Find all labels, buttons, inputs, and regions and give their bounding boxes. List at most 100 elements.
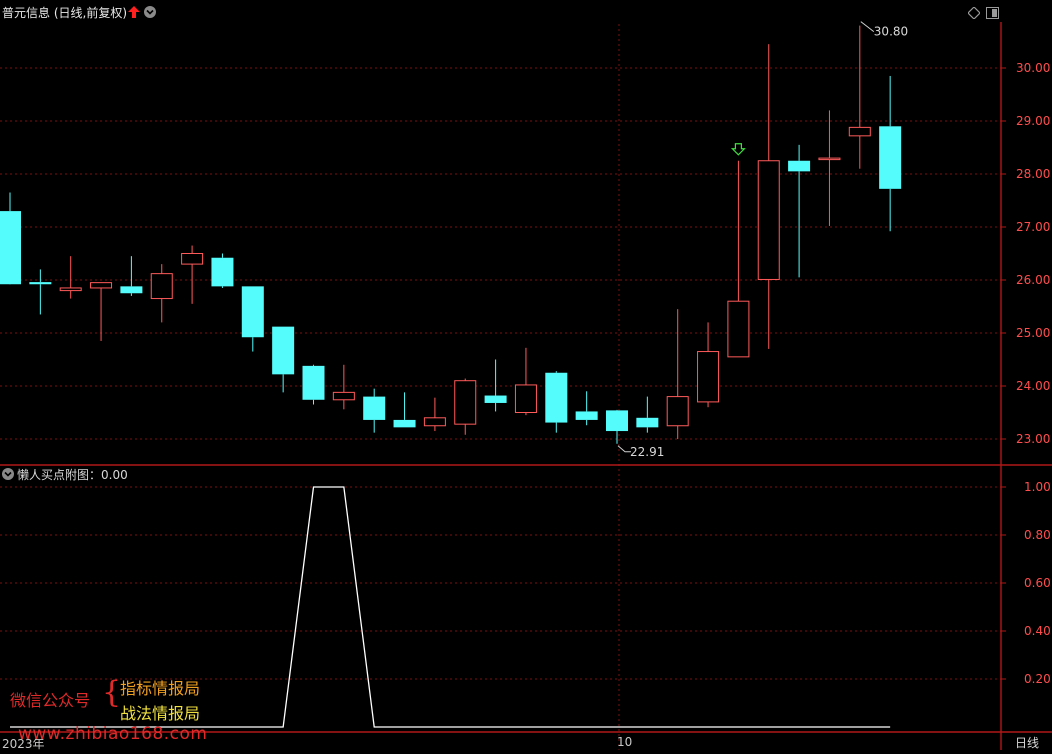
window-toggle-icon[interactable] (986, 7, 999, 19)
y-tick-label: 29.00 (1016, 114, 1050, 128)
candle (150, 264, 173, 323)
indicator-value: 0.00 (101, 468, 128, 482)
candle (879, 75, 902, 232)
candle-body (29, 282, 52, 285)
extreme-label: 30.80 (860, 21, 908, 39)
candle (302, 364, 325, 405)
y-tick-label: 25.00 (1016, 326, 1050, 340)
chevron-down-icon[interactable] (144, 6, 156, 18)
indicator-title: 懒人买点附图：0.00 (17, 468, 128, 482)
candle-body (788, 160, 811, 172)
diamond-icon[interactable] (968, 7, 980, 19)
y-tick-label: 0.40 (1024, 624, 1051, 638)
y-tick-label: 24.00 (1016, 379, 1050, 393)
candle-body (757, 160, 780, 280)
candle-body (90, 282, 113, 289)
candle (757, 44, 780, 349)
y-tick-label: 27.00 (1016, 220, 1050, 234)
candle (818, 110, 841, 226)
candle-body (332, 391, 355, 401)
candle-body (697, 351, 720, 403)
candle (90, 282, 113, 341)
label-pointer (860, 21, 875, 32)
candle (211, 253, 234, 288)
stock-title[interactable]: 普元信息 (日线,前复权) (2, 4, 127, 21)
candle (636, 396, 659, 433)
candle (484, 359, 507, 412)
candle-body (272, 326, 295, 375)
candle-body (0, 211, 21, 285)
candle-body (150, 273, 173, 300)
candle-body (727, 300, 750, 358)
candle-body (545, 372, 568, 423)
candle-body (393, 419, 416, 428)
candle (0, 192, 21, 285)
watermark-site: www.zhibiao168.com (18, 724, 208, 744)
candle-body (181, 253, 204, 265)
candle-body (241, 286, 264, 338)
candle-body (575, 411, 598, 420)
period-button[interactable]: 日线 (1015, 734, 1039, 751)
candle (545, 371, 568, 433)
candle (788, 144, 811, 278)
candle (606, 409, 628, 444)
candle (848, 25, 871, 169)
candle-body (666, 396, 689, 427)
candle (181, 245, 204, 304)
candle (666, 309, 689, 439)
candle-body (606, 410, 628, 432)
high-value-label: 30.80 (874, 25, 908, 39)
indicator-menu-icon[interactable] (2, 468, 14, 480)
candle (29, 269, 52, 315)
candle-body (211, 257, 234, 287)
candle-body (514, 384, 537, 414)
candle-body (818, 157, 841, 161)
kline-chart: 30.00 29.00 28.00 27.00 26.00 25.00 24.00 23.00… (0, 21, 1052, 750)
candles (0, 25, 902, 444)
candle-body (636, 417, 659, 428)
candle-body (454, 380, 477, 425)
candle (363, 388, 386, 433)
y-tick-label: 0.80 (1024, 528, 1051, 542)
candle (59, 256, 82, 299)
watermark-line1: 指标情报局 (120, 679, 201, 698)
extreme-label: 22.91 (617, 445, 664, 459)
up-arrow-icon (128, 6, 140, 18)
y-tick-label: 30.00 (1016, 61, 1050, 75)
low-value-label: 22.91 (630, 445, 664, 459)
candle-body (423, 417, 446, 427)
candle (514, 347, 537, 416)
candle-body (484, 395, 507, 403)
candle (423, 397, 446, 432)
candle (120, 256, 143, 296)
chart-stage: 30.00 29.00 28.00 27.00 26.00 25.00 24.00 23.00… (0, 0, 1052, 751)
y-axis-ticks: 30.00 29.00 28.00 27.00 26.00 25.00 24.00 23.00… (1001, 61, 1051, 686)
candle (393, 392, 416, 428)
candle-body (59, 287, 82, 292)
x-axis-month-label: 10 (617, 735, 633, 749)
candle (697, 322, 720, 408)
candle (575, 391, 598, 426)
period-label: (日线,前复权) (53, 6, 128, 20)
y-tick-label: 28.00 (1016, 167, 1050, 181)
buy-signal-arrow-icon (730, 143, 746, 156)
candle (241, 286, 264, 352)
candle (727, 160, 750, 358)
candle-body (879, 126, 902, 189)
y-tick-label: 0.60 (1024, 576, 1051, 590)
watermark-wechat: 微信公众号 (10, 691, 91, 710)
candle (454, 378, 477, 435)
candle-body (302, 365, 325, 400)
y-tick-label: 26.00 (1016, 273, 1050, 287)
candle-body (363, 396, 386, 420)
candle (272, 326, 295, 393)
y-tick-label: 0.20 (1024, 672, 1051, 686)
indicator-name: 懒人买点附图 (17, 468, 90, 482)
candle (332, 364, 355, 410)
y-tick-label: 1.00 (1024, 480, 1051, 494)
candle-body (848, 126, 871, 137)
candle-body (120, 286, 143, 294)
y-tick-label: 23.00 (1016, 432, 1050, 446)
stock-name: 普元信息 (2, 6, 51, 20)
watermark-brace: { (102, 675, 122, 710)
